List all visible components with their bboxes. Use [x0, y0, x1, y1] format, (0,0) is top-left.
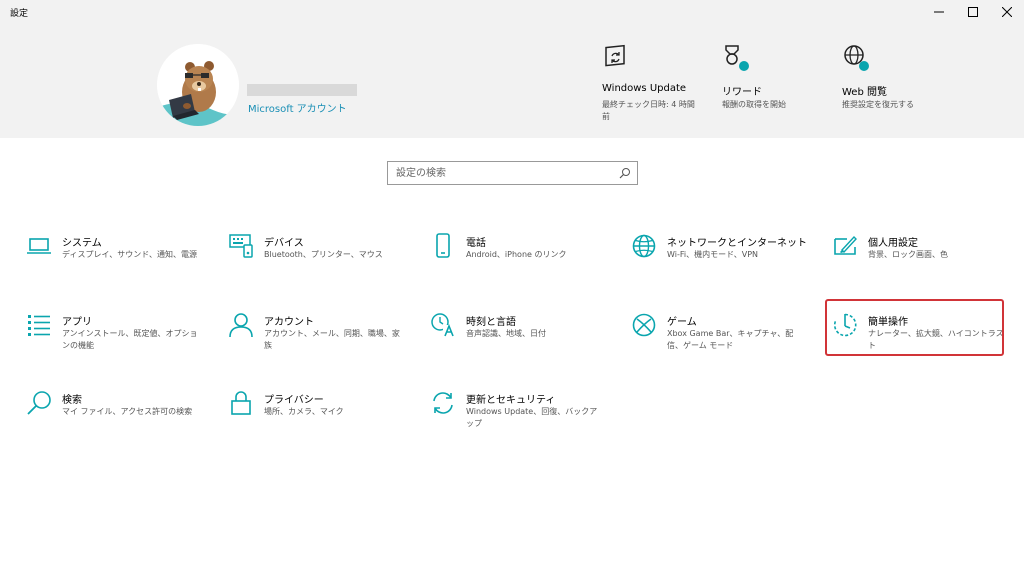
category-search[interactable]: 検索 マイ ファイル、アクセス許可の検索 — [24, 390, 214, 450]
username-redacted — [247, 84, 357, 96]
quick-tile-subtitle: 推奨設定を復元する — [842, 100, 914, 109]
app-title: 設定 — [10, 9, 29, 19]
category-title: 個人用設定 — [868, 238, 918, 249]
category-title: 電話 — [466, 238, 486, 249]
category-network[interactable]: ネットワークとインターネット Wi-Fi、機内モード、VPN — [629, 233, 819, 293]
laptop-icon — [26, 233, 52, 259]
search-input[interactable] — [388, 162, 608, 184]
category-title: デバイス — [264, 238, 304, 249]
personalization-icon — [832, 233, 858, 259]
quick-tile-subtitle: 最終チェック日時: 4 時間前 — [602, 100, 695, 121]
category-privacy[interactable]: プライバシー 場所、カメラ、マイク — [226, 390, 416, 450]
microsoft-account-link[interactable]: Microsoft アカウント — [248, 100, 347, 115]
search-icon[interactable] — [619, 167, 631, 179]
minimize-icon — [934, 11, 944, 13]
settings-search-box[interactable] — [387, 161, 638, 185]
quick-tile-windows-update[interactable]: Windows Update 最終チェック日時: 4 時間前 — [602, 40, 712, 130]
quick-tile-subtitle: 報酬の取得を開始 — [722, 100, 786, 109]
category-subtitle: Windows Update、回復、バックアップ — [466, 407, 598, 428]
category-gaming[interactable]: ゲーム Xbox Game Bar、キャプチャ、配信、ゲーム モード — [629, 312, 819, 372]
category-update-security[interactable]: 更新とセキュリティ Windows Update、回復、バックアップ — [428, 390, 618, 450]
close-button[interactable] — [990, 0, 1024, 24]
update-security-icon — [430, 390, 456, 416]
category-personalization[interactable]: 個人用設定 背景、ロック画面、色 — [830, 233, 1020, 293]
web-browsing-icon — [842, 43, 870, 71]
highlight-box — [825, 299, 1004, 356]
quick-tile-rewards[interactable]: リワード 報酬の取得を開始 — [722, 40, 832, 130]
windows-update-icon — [602, 43, 630, 71]
close-icon — [1002, 7, 1012, 17]
category-subtitle: アカウント、メール、同期、職場、家族 — [264, 329, 400, 350]
category-phone[interactable]: 電話 Android、iPhone のリンク — [428, 233, 618, 293]
category-title: 時刻と言語 — [466, 317, 516, 328]
quick-tile-title: Web 閲覧 — [842, 87, 887, 98]
category-devices[interactable]: デバイス Bluetooth、プリンター、マウス — [226, 233, 416, 293]
quick-tile-web-browsing[interactable]: Web 閲覧 推奨設定を復元する — [842, 40, 952, 130]
category-accounts[interactable]: アカウント アカウント、メール、同期、職場、家族 — [226, 312, 416, 372]
category-title: ゲーム — [667, 317, 697, 328]
category-time-language[interactable]: 時刻と言語 音声認識、地域、日付 — [428, 312, 618, 372]
category-subtitle: 音声認識、地域、日付 — [466, 329, 546, 338]
title-bar: 設定 — [0, 0, 1024, 24]
quick-tile-title: リワード — [722, 87, 762, 98]
category-title: 更新とセキュリティ — [466, 395, 556, 406]
beaver-avatar-icon — [157, 44, 239, 126]
maximize-icon — [968, 7, 978, 17]
person-icon — [228, 312, 254, 338]
category-subtitle: Wi-Fi、機内モード、VPN — [667, 250, 759, 259]
xbox-icon — [631, 312, 657, 338]
category-subtitle: ディスプレイ、サウンド、通知、電源 — [62, 250, 197, 259]
quick-tile-title: Windows Update — [602, 83, 687, 94]
category-title: ネットワークとインターネット — [667, 238, 807, 249]
time-language-icon — [430, 312, 456, 338]
category-subtitle: マイ ファイル、アクセス許可の検索 — [62, 407, 193, 416]
category-title: プライバシー — [264, 395, 324, 406]
globe-icon — [631, 233, 657, 259]
rewards-icon — [722, 43, 750, 71]
maximize-button[interactable] — [956, 0, 990, 24]
phone-icon — [430, 233, 456, 259]
category-apps[interactable]: アプリ アンインストール、既定値、オプションの機能 — [24, 312, 214, 372]
lock-icon — [228, 390, 254, 416]
category-subtitle: Android、iPhone のリンク — [466, 250, 567, 259]
search-icon — [26, 390, 52, 416]
category-title: アプリ — [62, 317, 92, 328]
apps-list-icon — [26, 312, 52, 338]
category-subtitle: Xbox Game Bar、キャプチャ、配信、ゲーム モード — [667, 329, 794, 350]
category-title: 検索 — [62, 395, 82, 406]
minimize-button[interactable] — [922, 0, 956, 24]
devices-icon — [228, 233, 254, 259]
category-title: アカウント — [264, 317, 314, 328]
category-subtitle: アンインストール、既定値、オプションの機能 — [62, 329, 198, 350]
avatar[interactable] — [157, 44, 239, 126]
category-title: システム — [62, 238, 102, 249]
category-subtitle: Bluetooth、プリンター、マウス — [264, 250, 383, 259]
category-subtitle: 場所、カメラ、マイク — [264, 407, 344, 416]
header-area: 設定 Microsoft アカウント Windows Update 最終チェック… — [0, 0, 1024, 138]
category-subtitle: 背景、ロック画面、色 — [868, 250, 948, 259]
category-system[interactable]: システム ディスプレイ、サウンド、通知、電源 — [24, 233, 214, 293]
